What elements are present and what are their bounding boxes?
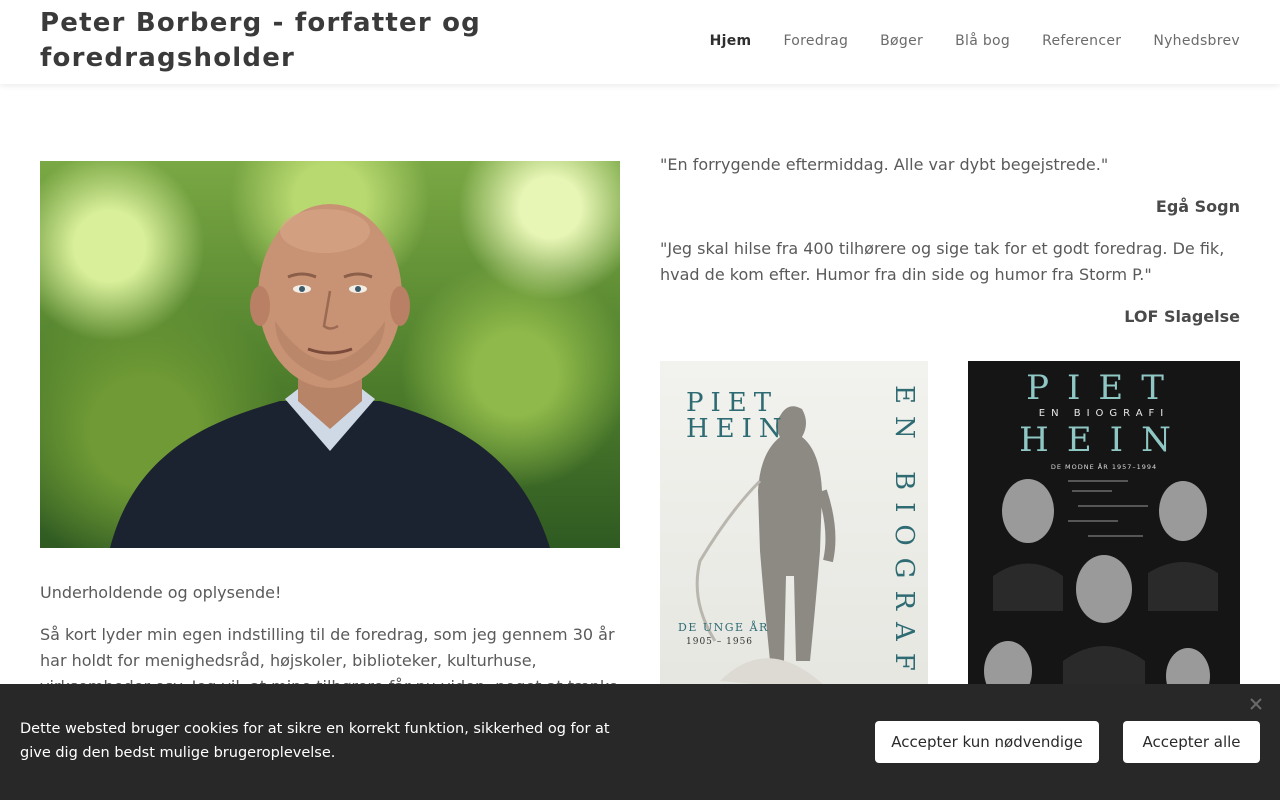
nav-item-hjem[interactable]: Hjem bbox=[710, 30, 752, 52]
cookie-message: Dette websted bruger cookies for at sikr… bbox=[20, 721, 610, 761]
book1-years: 1905 – 1956 bbox=[686, 637, 753, 647]
quote-source: LOF Slagelse bbox=[1124, 307, 1240, 326]
book2-title-line1: PIET bbox=[1026, 368, 1182, 408]
book-cover-mature-years[interactable]: PIET EN BIOGRAFI HEIN DE MODNE ÅR 1957–1… bbox=[968, 361, 1240, 701]
nav-item-referencer[interactable]: Referencer bbox=[1042, 30, 1121, 52]
intro-lead: Underholdende og oplysende! bbox=[40, 583, 282, 602]
book-cover-art: PIET EN BIOGRAFI HEIN DE MODNE ÅR 1957–1… bbox=[984, 368, 1218, 701]
nav-item-nyhedsbrev[interactable]: Nyhedsbrev bbox=[1153, 30, 1240, 52]
testimonials: "En forrygende eftermiddag. Alle var dyb… bbox=[660, 152, 1240, 346]
quote-text: "En forrygende eftermiddag. Alle var dyb… bbox=[660, 155, 1109, 174]
quote-source: Egå Sogn bbox=[1155, 197, 1240, 216]
cookie-banner: Dette websted bruger cookies for at sikr… bbox=[0, 684, 1280, 800]
book-cover-art: PIET HEIN EN BIOGRAFI DE UNGE ÅR 1905 – … bbox=[678, 385, 919, 701]
site-title[interactable]: Peter Borberg - forfatter og foredragsho… bbox=[40, 6, 500, 76]
main-nav: Hjem Foredrag Bøger Blå bog Referencer N… bbox=[710, 30, 1240, 52]
book1-vertical-title: EN BIOGRAFI bbox=[889, 385, 919, 701]
close-icon[interactable] bbox=[1248, 696, 1264, 712]
portrait-illustration bbox=[110, 204, 550, 548]
site-header: Peter Borberg - forfatter og foredragsho… bbox=[0, 0, 1280, 84]
quote-text: "Jeg skal hilse fra 400 tilhørere og sig… bbox=[660, 239, 1225, 284]
book1-subtitle: DE UNGE ÅR bbox=[678, 620, 769, 634]
accept-all-button[interactable]: Accepter alle bbox=[1123, 721, 1260, 763]
book-cover-young-years[interactable]: PIET HEIN EN BIOGRAFI DE UNGE ÅR 1905 – … bbox=[660, 361, 928, 701]
book2-subtitle: DE MODNE ÅR 1957–1994 bbox=[1051, 462, 1157, 471]
nav-item-boger[interactable]: Bøger bbox=[880, 30, 923, 52]
nav-item-bla-bog[interactable]: Blå bog bbox=[955, 30, 1010, 52]
book1-title-line2: HEIN bbox=[686, 414, 789, 444]
book2-title-line2: HEIN bbox=[1019, 420, 1189, 460]
accept-necessary-button[interactable]: Accepter kun nødvendige bbox=[875, 721, 1099, 763]
nav-item-foredrag[interactable]: Foredrag bbox=[783, 30, 848, 52]
book2-title-mid: EN BIOGRAFI bbox=[1039, 408, 1170, 419]
author-portrait bbox=[40, 161, 620, 548]
